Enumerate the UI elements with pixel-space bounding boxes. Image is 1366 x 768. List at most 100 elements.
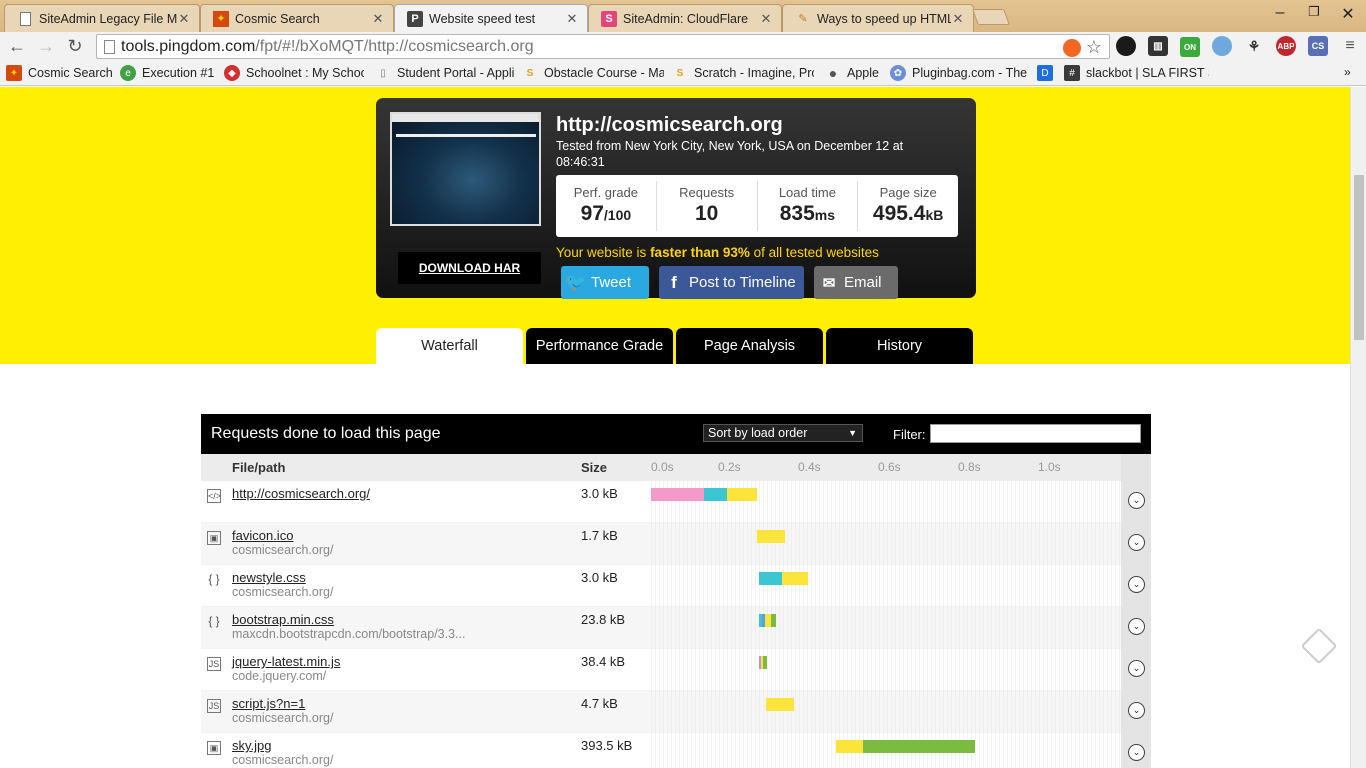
slack-hash-icon: # bbox=[1064, 65, 1080, 81]
file-size: 3.0 kB bbox=[581, 570, 618, 585]
tab-performance-grade[interactable]: Performance Grade bbox=[526, 328, 673, 364]
envelope-icon: ✉ bbox=[822, 274, 836, 292]
table-row[interactable]: </> http://cosmicsearch.org/3.0 kB ⌄ bbox=[201, 481, 1151, 523]
bookmark-star-icon[interactable]: ☆ bbox=[1085, 38, 1103, 56]
close-tab-icon[interactable]: ✕ bbox=[759, 11, 773, 27]
file-link[interactable]: script.js?n=1 bbox=[232, 696, 305, 711]
film-extension-icon[interactable]: ▥ bbox=[1148, 36, 1168, 56]
file-domain: cosmicsearch.org/ bbox=[232, 585, 334, 599]
facebook-post-button[interactable]: f Post to Timeline bbox=[659, 266, 804, 299]
table-row[interactable]: { } bootstrap.min.css maxcdn.bootstrapcdn.… bbox=[201, 607, 1151, 649]
time-tick: 0.4s bbox=[798, 460, 821, 474]
email-button[interactable]: ✉ Email bbox=[814, 266, 898, 299]
tab-page-analysis[interactable]: Page Analysis bbox=[676, 328, 823, 364]
bookmark-blue-icon: D bbox=[1037, 65, 1053, 81]
bookmark-item[interactable]: ● Apple bbox=[825, 65, 880, 81]
file-domain: cosmicsearch.org/ bbox=[232, 753, 334, 767]
file-link[interactable]: jquery-latest.min.js bbox=[232, 654, 340, 669]
new-tab-button[interactable] bbox=[972, 9, 1010, 25]
tab-history[interactable]: History bbox=[826, 328, 973, 364]
more-bookmarks-icon[interactable]: » bbox=[1344, 65, 1360, 79]
browser-tab[interactable]: S SiteAdmin: CloudFlare ✕ bbox=[588, 4, 782, 32]
bookmark-item[interactable]: ✦ Cosmic Search bbox=[6, 65, 116, 81]
menu-icon[interactable]: ≡ bbox=[1340, 36, 1360, 56]
table-row[interactable]: ▣ sky.jpg cosmicsearch.org/393.5 kB ⌄ bbox=[201, 733, 1151, 768]
page-viewport: DOWNLOAD HAR http://cosmicsearch.org Tes… bbox=[0, 87, 1350, 768]
file-link[interactable]: favicon.ico bbox=[232, 528, 293, 543]
bookmark-item[interactable]: S Obstacle Course - Mai bbox=[522, 65, 664, 81]
restore-icon[interactable]: ❐ bbox=[1298, 4, 1330, 20]
scrollbar-thumb[interactable] bbox=[1354, 175, 1364, 340]
expand-chevron-icon[interactable]: ⌄ bbox=[1128, 660, 1145, 677]
time-tick: 0.6s bbox=[878, 460, 901, 474]
file-size: 1.7 kB bbox=[581, 528, 618, 543]
col-size[interactable]: Size bbox=[581, 460, 607, 475]
file-link[interactable]: sky.jpg bbox=[232, 738, 272, 753]
table-row[interactable]: JS script.js?n=1 cosmicsearch.org/4.7 kB ⌄ bbox=[201, 691, 1151, 733]
file-size: 4.7 kB bbox=[581, 696, 618, 711]
network-extension-icon[interactable]: ⚘ bbox=[1244, 36, 1264, 56]
extension-orange-icon[interactable] bbox=[1063, 39, 1081, 57]
address-url[interactable]: tools.pingdom.com/fpt/#!/bXoMQT/http://c… bbox=[121, 38, 534, 56]
browser-tab[interactable]: ✎ Ways to speed up HTML s ✕ bbox=[782, 4, 974, 32]
bookmark-item[interactable]: D bbox=[1037, 65, 1061, 81]
bookmark-item[interactable]: S Scratch - Imagine, Pro bbox=[672, 65, 814, 81]
expand-chevron-icon[interactable]: ⌄ bbox=[1128, 534, 1145, 551]
tab-waterfall[interactable]: Waterfall bbox=[376, 328, 523, 364]
file-domain: code.jquery.com/ bbox=[232, 669, 327, 683]
time-tick: 1.0s bbox=[1038, 460, 1061, 474]
bookmark-item[interactable]: ◆ Schoolnet : My Schoo bbox=[224, 65, 364, 81]
color-wheel-extension-icon[interactable] bbox=[1116, 36, 1136, 56]
toggle-extension-icon[interactable] bbox=[1212, 36, 1232, 56]
cs-extension-icon[interactable]: CS bbox=[1308, 36, 1328, 56]
forward-arrow-icon[interactable]: → bbox=[34, 35, 58, 57]
close-tab-icon[interactable]: ✕ bbox=[371, 11, 385, 27]
browser-tab[interactable]: ✦ Cosmic Search ✕ bbox=[200, 4, 394, 32]
file-domain: cosmicsearch.org/ bbox=[232, 711, 334, 725]
sort-select[interactable]: Sort by load order ▼ bbox=[703, 424, 863, 442]
close-tab-icon[interactable]: ✕ bbox=[565, 11, 579, 27]
expand-chevron-icon[interactable]: ⌄ bbox=[1128, 492, 1145, 509]
table-row[interactable]: JS jquery-latest.min.js code.jquery.com/38… bbox=[201, 649, 1151, 691]
close-tab-icon[interactable]: ✕ bbox=[177, 11, 191, 27]
bookmark-item[interactable]: e Execution #1 bbox=[120, 65, 218, 81]
back-arrow-icon[interactable]: ← bbox=[5, 35, 29, 57]
file-link[interactable]: bootstrap.min.css bbox=[232, 612, 334, 627]
reload-icon[interactable]: ↻ bbox=[63, 35, 87, 57]
close-window-icon[interactable]: ✕ bbox=[1332, 4, 1364, 24]
timing-bar-segment bbox=[651, 488, 705, 501]
download-har-link[interactable]: DOWNLOAD HAR bbox=[398, 252, 541, 284]
file-link[interactable]: http://cosmicsearch.org/ bbox=[232, 486, 370, 501]
on-extension-icon[interactable]: ON bbox=[1180, 37, 1200, 57]
expand-chevron-icon[interactable]: ⌄ bbox=[1128, 702, 1145, 719]
address-bar[interactable]: tools.pingdom.com/fpt/#!/bXoMQT/http://c… bbox=[96, 34, 1110, 59]
css-braces-icon: { } bbox=[208, 572, 220, 586]
adblock-extension-icon[interactable]: ABP bbox=[1276, 36, 1296, 56]
timing-bar-segment bbox=[836, 740, 863, 753]
browser-tab[interactable]: SiteAdmin Legacy File Ma ✕ bbox=[4, 4, 200, 32]
bookmark-item[interactable]: ▯ Student Portal - Applic bbox=[375, 65, 515, 81]
expand-chevron-icon[interactable]: ⌄ bbox=[1128, 618, 1145, 635]
expand-chevron-icon[interactable]: ⌄ bbox=[1128, 744, 1145, 761]
timing-bar-segment bbox=[727, 488, 757, 501]
js-file-icon: JS bbox=[207, 699, 221, 713]
tweet-button[interactable]: 🐦 Tweet bbox=[561, 266, 649, 299]
file-link[interactable]: newstyle.css bbox=[232, 570, 306, 585]
bookmark-item[interactable]: # slackbot | SLA FIRST S bbox=[1064, 65, 1209, 81]
close-tab-icon[interactable]: ✕ bbox=[951, 11, 965, 27]
css-braces-icon: { } bbox=[208, 614, 220, 628]
waterfall-rows: </> http://cosmicsearch.org/3.0 kB ⌄ ▣ favic… bbox=[201, 481, 1151, 768]
stat-page-size: Page size 495.4kB bbox=[872, 185, 944, 225]
test-details: Tested from New York City, New York, USA… bbox=[556, 139, 904, 169]
browser-tab[interactable]: P Website speed test ✕ bbox=[394, 4, 588, 32]
vertical-scrollbar[interactable] bbox=[1350, 87, 1366, 768]
table-row[interactable]: ▣ favicon.ico cosmicsearch.org/1.7 kB ⌄ bbox=[201, 523, 1151, 565]
filter-input[interactable] bbox=[930, 424, 1141, 443]
js-file-icon: JS bbox=[207, 657, 221, 671]
table-row[interactable]: { } newstyle.css cosmicsearch.org/3.0 kB ⌄ bbox=[201, 565, 1151, 607]
col-file-path[interactable]: File/path bbox=[232, 460, 285, 475]
expand-chevron-icon[interactable]: ⌄ bbox=[1128, 576, 1145, 593]
minimize-icon[interactable]: – bbox=[1264, 4, 1296, 22]
bookmark-item[interactable]: ✿ Pluginbag.com - The F bbox=[890, 65, 1030, 81]
cosmic-search-icon: ✦ bbox=[6, 65, 22, 81]
